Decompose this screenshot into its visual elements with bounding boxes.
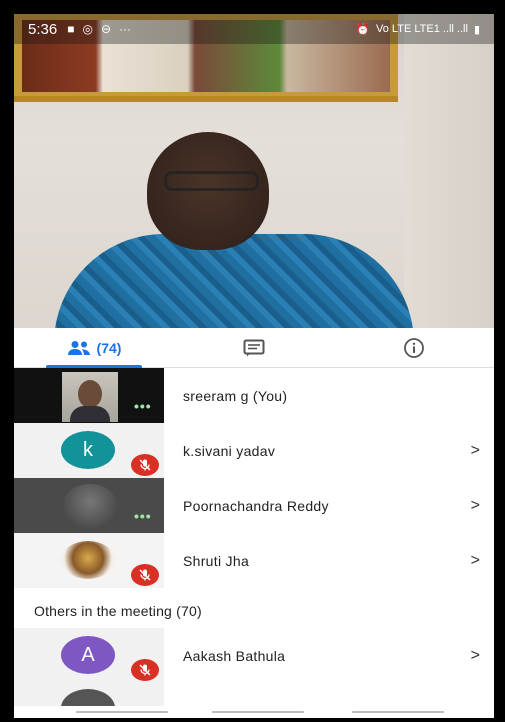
participant-thumbnail	[14, 533, 164, 588]
chevron-right-icon[interactable]: >	[471, 647, 480, 665]
status-bar: 5:36 ■ ◎ ⊖ ··· ⏰ Vo LTE LTE1 ..ll ..ll ▮	[14, 14, 494, 44]
participant-photo	[61, 541, 115, 579]
others-section-header: Others in the meeting (70)	[34, 603, 202, 619]
participant-name: Shruti Jha	[183, 552, 250, 569]
participant-row[interactable]: Shruti Jha >	[14, 533, 494, 588]
tab-people-label: (74)	[96, 339, 122, 356]
network-indicators: Vo LTE LTE1 ..ll ..ll	[376, 22, 468, 35]
participant-name: k.sivani yadav	[183, 442, 276, 459]
participant-row[interactable]: k k.sivani yadav >	[14, 423, 494, 478]
speaker-body	[54, 234, 414, 328]
participant-thumbnail: •••	[14, 478, 164, 533]
video-status-icon: ■	[67, 22, 75, 36]
speaker-glasses	[164, 171, 259, 191]
chat-icon	[243, 339, 265, 356]
speaker-head	[147, 132, 269, 250]
speaking-indicator: •••	[134, 398, 152, 414]
participant-photo	[62, 372, 118, 422]
whatsapp-icon: ◎	[82, 22, 93, 36]
battery-icon: ▮	[473, 23, 480, 36]
more-notifications-icon: ···	[119, 22, 131, 36]
participant-name: Poornachandra Reddy	[183, 497, 329, 514]
alarm-icon: ⏰	[356, 23, 371, 36]
status-indicators: ⏰ Vo LTE LTE1 ..ll ..ll ▮	[356, 23, 480, 36]
nav-back-handle[interactable]	[76, 711, 168, 713]
background-wall	[404, 14, 494, 328]
mic-muted-icon	[131, 564, 159, 586]
link-icon: ⊖	[100, 22, 111, 36]
participant-photo	[62, 484, 118, 528]
participant-thumbnail: k	[14, 423, 164, 478]
participant-thumbnail: •••	[14, 368, 164, 423]
participant-row[interactable]: A Aakash Bathula >	[14, 628, 494, 683]
status-time: 5:36	[28, 20, 58, 38]
tab-people[interactable]: (74)	[14, 328, 174, 368]
panel-tabs: (74)	[14, 328, 494, 368]
participant-thumbnail: A	[14, 628, 164, 683]
mic-muted-icon	[131, 659, 159, 681]
chevron-right-icon[interactable]: >	[471, 442, 480, 460]
tab-info[interactable]	[334, 328, 494, 367]
nav-home-handle[interactable]	[212, 711, 304, 713]
main-video-feed[interactable]: 5:36 ■ ◎ ⊖ ··· ⏰ Vo LTE LTE1 ..ll ..ll ▮	[14, 14, 494, 328]
speaking-indicator: •••	[134, 508, 152, 524]
chevron-right-icon[interactable]: >	[471, 552, 480, 570]
info-icon	[404, 337, 424, 358]
participant-name: sreeram g (You)	[183, 387, 288, 404]
avatar: A	[61, 636, 115, 674]
nav-recents-handle[interactable]	[352, 711, 444, 713]
mic-muted-icon	[131, 454, 159, 476]
participant-row[interactable]: ••• Poornachandra Reddy >	[14, 478, 494, 533]
tab-chat[interactable]	[174, 328, 334, 367]
system-nav-bar	[14, 706, 494, 718]
participant-row[interactable]: ••• sreeram g (You)	[14, 368, 494, 423]
chevron-right-icon[interactable]: >	[471, 497, 480, 515]
participant-name: Aakash Bathula	[183, 647, 286, 664]
avatar: k	[61, 431, 115, 469]
meet-app-frame: 5:36 ■ ◎ ⊖ ··· ⏰ Vo LTE LTE1 ..ll ..ll ▮…	[14, 14, 494, 718]
people-icon	[67, 340, 90, 355]
